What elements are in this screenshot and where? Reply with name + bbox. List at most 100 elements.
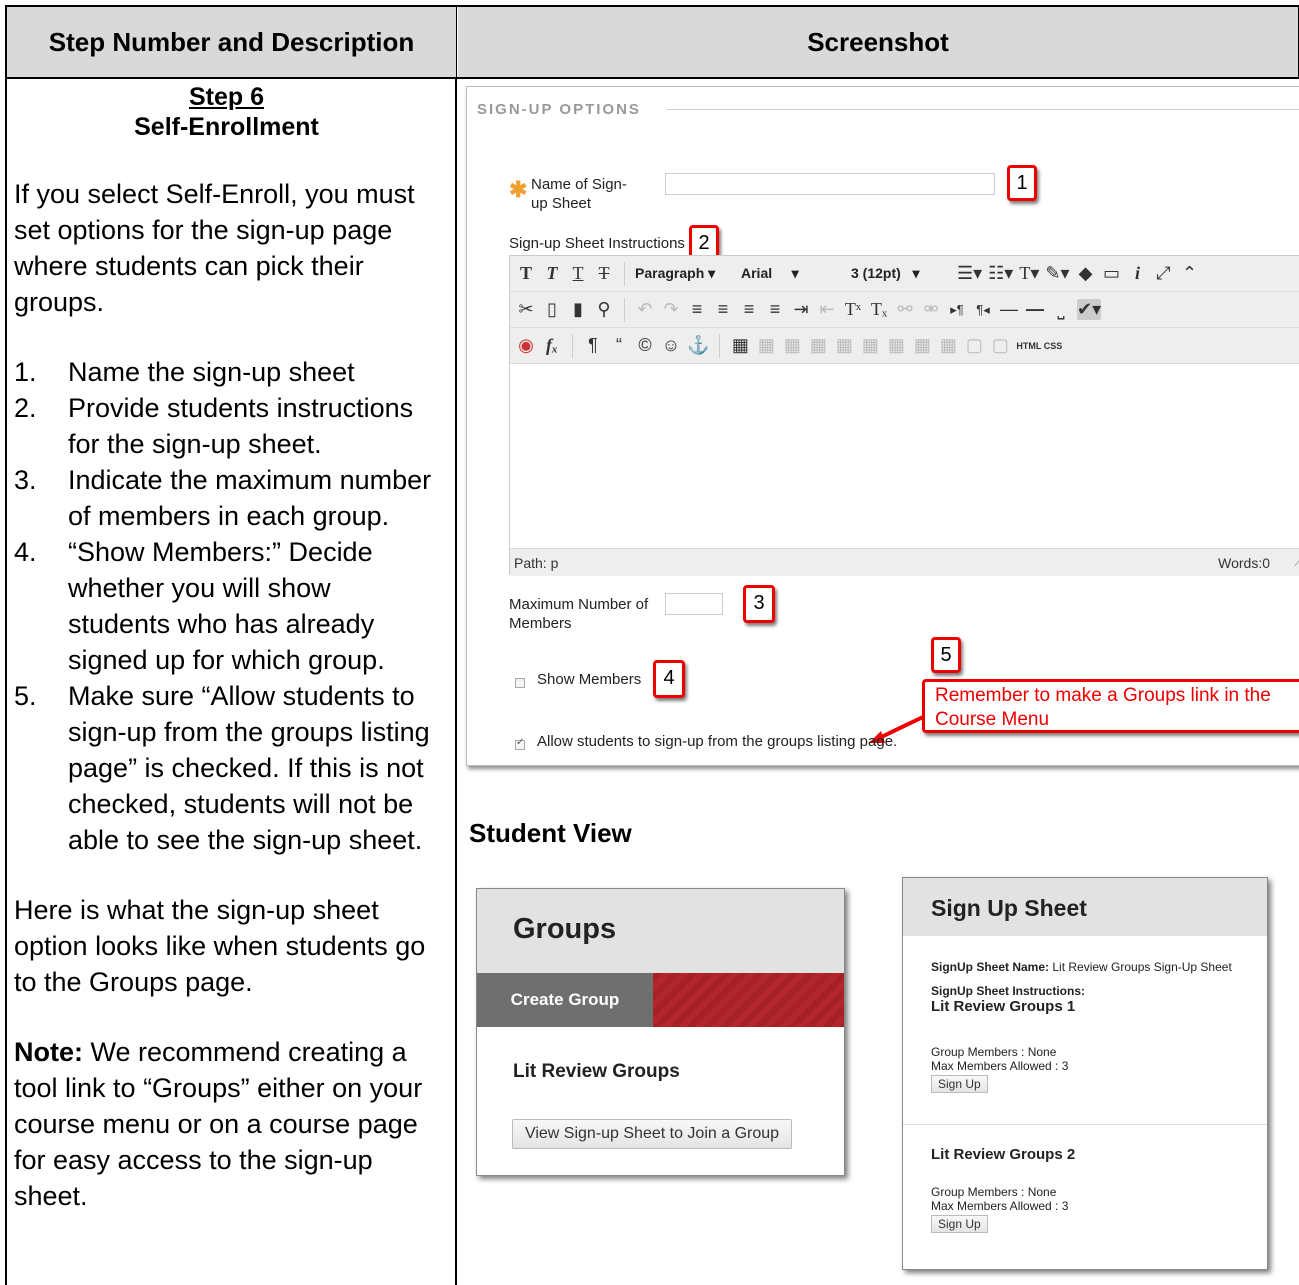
align-right-icon[interactable]: ≡ bbox=[739, 299, 759, 320]
preview-icon[interactable]: ▭ bbox=[1102, 263, 1122, 284]
horizontal-rule-icon[interactable]: — bbox=[999, 299, 1019, 320]
bullet-list-icon[interactable]: ☰▾ bbox=[957, 263, 982, 284]
collapse-icon[interactable]: ⌃ bbox=[1180, 263, 1200, 284]
strikethrough-icon[interactable]: T bbox=[594, 263, 614, 284]
table-delete-row-icon[interactable]: ▦ bbox=[808, 335, 828, 356]
subscript-icon[interactable]: Tₓ bbox=[869, 299, 889, 320]
callout-4: 4 bbox=[653, 660, 685, 698]
step-title: Self-Enrollment bbox=[134, 113, 319, 141]
allow-signup-checkbox[interactable] bbox=[515, 737, 525, 750]
callout-3: 3 bbox=[743, 585, 775, 623]
table-row-after-icon[interactable]: ▦ bbox=[782, 335, 802, 356]
anchor-icon[interactable]: ⚓ bbox=[687, 335, 709, 356]
eraser-icon[interactable]: ◆ bbox=[1076, 263, 1096, 284]
header-screenshot: Screenshot bbox=[458, 7, 1298, 77]
required-icon: ✱ bbox=[509, 177, 528, 202]
superscript-icon[interactable]: Tˣ bbox=[843, 299, 863, 320]
sign-up-button[interactable]: Sign Up bbox=[931, 1075, 988, 1093]
spellcheck-icon[interactable]: ✔▾ bbox=[1077, 299, 1102, 320]
table-col-after-icon[interactable]: ▦ bbox=[860, 335, 880, 356]
indent-icon[interactable]: ⇥ bbox=[791, 299, 811, 320]
italic-icon[interactable]: T bbox=[542, 263, 562, 284]
step-intro: If you select Self-Enroll, you must set … bbox=[14, 179, 415, 317]
view-signup-sheet-button[interactable]: View Sign-up Sheet to Join a Group bbox=[512, 1119, 792, 1149]
max-members-input[interactable] bbox=[665, 593, 723, 615]
sheet-title: Sign Up Sheet bbox=[931, 895, 1087, 921]
step-note: Note: We recommend creating a tool link … bbox=[14, 1037, 423, 1211]
emoticon-icon[interactable]: ☺ bbox=[661, 335, 681, 356]
show-members-checkbox[interactable] bbox=[515, 678, 525, 688]
mashup-icon[interactable]: ◉ bbox=[516, 335, 536, 356]
table-icon[interactable]: ▦ bbox=[730, 335, 750, 356]
html-css-button[interactable]: HTML CSS bbox=[1016, 341, 1062, 351]
copy-icon[interactable]: ▯ bbox=[542, 299, 562, 320]
max-members-label: Maximum Number of Members bbox=[509, 596, 649, 632]
editor-toolbar-row-2: ✂ ▯ ▮ ⚲ ↶ ↷ ≡ ≡ ≡ ≡ ⇥ ⇤ Tˣ Tₓ ⚯ ⚮ ▸¶ ¶◂ … bbox=[510, 292, 1299, 328]
callout-5-note: Remember to make a Groups link in the Co… bbox=[922, 679, 1299, 733]
nonbreaking-space-icon[interactable]: ⎵ bbox=[1051, 299, 1071, 320]
size-dropdown[interactable]: 3 (12pt) ▾ bbox=[851, 265, 951, 282]
list-item: 3. Indicate the maximum number of members… bbox=[14, 465, 432, 531]
paragraph-icon[interactable]: ¶ bbox=[583, 335, 603, 356]
step-number: Step 6 bbox=[188, 83, 265, 111]
outdent-icon[interactable]: ⇤ bbox=[817, 299, 837, 320]
fullscreen-icon[interactable]: ⤢ bbox=[1154, 263, 1174, 284]
sheet-instructions-label: SignUp Sheet Instructions: bbox=[931, 984, 1086, 998]
table-delete-col-icon[interactable]: ▦ bbox=[886, 335, 906, 356]
highlight-icon[interactable]: ✎▾ bbox=[1045, 263, 1069, 284]
sheet-name-row: SignUp Sheet Name: Lit Review Groups Sig… bbox=[931, 960, 1232, 974]
redo-icon[interactable]: ↷ bbox=[661, 299, 681, 320]
rtl-icon[interactable]: ¶◂ bbox=[973, 302, 993, 318]
table-column-divider bbox=[455, 5, 457, 1285]
numbered-list-icon[interactable]: ☷▾ bbox=[988, 263, 1013, 284]
ltr-icon[interactable]: ▸¶ bbox=[947, 302, 967, 318]
unlink-icon[interactable]: ⚮ bbox=[921, 299, 941, 320]
group-name: Lit Review Groups 1 bbox=[931, 998, 1076, 1015]
group-name: Lit Review Groups 2 bbox=[931, 1146, 1076, 1163]
group-members: Group Members : None bbox=[931, 1045, 1057, 1059]
cut-icon[interactable]: ✂ bbox=[516, 299, 536, 320]
resize-handle-icon[interactable]: ⟋ bbox=[1294, 553, 1299, 570]
table-row-before-icon[interactable]: ▦ bbox=[756, 335, 776, 356]
groups-page-screenshot: Groups Create Group Lit Review Groups Vi… bbox=[476, 888, 845, 1176]
align-left-icon[interactable]: ≡ bbox=[687, 299, 707, 320]
table-split-icon[interactable]: ▢ bbox=[964, 335, 984, 356]
toolbar-separator bbox=[624, 297, 625, 322]
paste-icon[interactable]: ▮ bbox=[568, 299, 588, 320]
text-editor: T T T T Paragraph ▾ Arial ▾ 3 (12pt) ▾ ☰… bbox=[509, 255, 1299, 576]
table-border-left bbox=[5, 5, 7, 1285]
section-title: SIGN-UP OPTIONS bbox=[477, 101, 641, 118]
undo-icon[interactable]: ↶ bbox=[635, 299, 655, 320]
editor-text-area[interactable] bbox=[510, 364, 1299, 548]
search-icon[interactable]: ⚲ bbox=[594, 299, 614, 320]
sign-up-button[interactable]: Sign Up bbox=[931, 1215, 988, 1233]
link-icon[interactable]: ⚯ bbox=[895, 299, 915, 320]
math-icon[interactable]: fₓ bbox=[542, 335, 562, 356]
table-merge-icon[interactable]: ▦ bbox=[938, 335, 958, 356]
toolbar-separator bbox=[719, 333, 721, 358]
step-closing: Here is what the sign-up sheet option lo… bbox=[14, 895, 426, 997]
copyright-icon[interactable]: © bbox=[635, 335, 655, 356]
align-justify-icon[interactable]: ≡ bbox=[765, 299, 785, 320]
table-props-icon[interactable]: ▢ bbox=[990, 335, 1010, 356]
info-icon[interactable]: i bbox=[1128, 263, 1148, 284]
list-item: 2. Provide students instructions for the … bbox=[14, 393, 414, 459]
underline-icon[interactable]: T bbox=[568, 263, 588, 284]
bold-icon[interactable]: T bbox=[516, 263, 536, 284]
allow-signup-label: Allow students to sign-up from the group… bbox=[537, 733, 898, 750]
blockquote-icon[interactable]: “ bbox=[609, 335, 629, 356]
create-group-button[interactable]: Create Group bbox=[477, 973, 653, 1027]
group-divider bbox=[903, 1124, 1267, 1125]
sheet-body-2: Lit Review Groups 2 Group Members : None… bbox=[931, 1146, 1261, 1233]
text-color-icon[interactable]: T▾ bbox=[1019, 263, 1039, 284]
font-dropdown[interactable]: Arial ▾ bbox=[741, 265, 845, 282]
name-input[interactable] bbox=[665, 173, 995, 195]
table-col-before-icon[interactable]: ▦ bbox=[834, 335, 854, 356]
student-view-heading: Student View bbox=[469, 818, 632, 848]
list-item: 4. “Show Members:” Decide whether you wil… bbox=[14, 537, 385, 675]
table-cell-props-icon[interactable]: ▦ bbox=[912, 335, 932, 356]
list-item: 5. Make sure “Allow students to sign-up f… bbox=[14, 681, 430, 855]
format-dropdown[interactable]: Paragraph ▾ bbox=[635, 265, 735, 282]
align-center-icon[interactable]: ≡ bbox=[713, 299, 733, 320]
thick-rule-icon[interactable]: — bbox=[1025, 299, 1045, 320]
